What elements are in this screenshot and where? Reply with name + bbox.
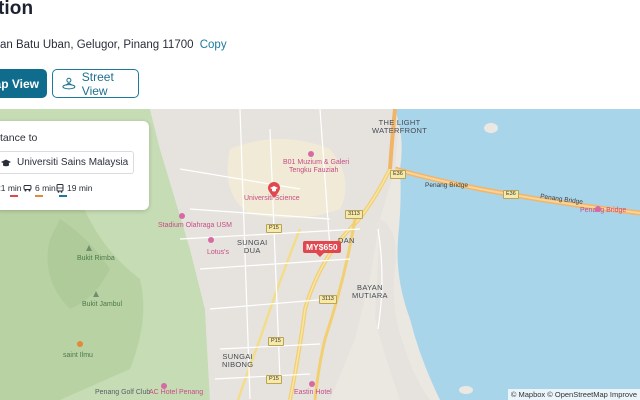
distance-panel: tance to Universiti Sains Malaysia ⌄: [0, 121, 149, 210]
mode-car[interactable]: 21 min: [0, 183, 22, 197]
label-lotus: Lotus's: [207, 249, 229, 256]
graduation-cap-icon: [1, 159, 11, 166]
label-bukit-jambul: Bukit Jambul: [82, 301, 123, 308]
label-muzium: B01 Muzium & Galeri: [283, 159, 350, 166]
museum-poi-icon: [308, 151, 314, 157]
park-poi-icon: [77, 341, 83, 347]
hotel-poi-icon: [161, 383, 167, 389]
label-eastin: Eastin Hotel: [294, 389, 332, 396]
map-view-button[interactable]: ap View: [0, 69, 47, 98]
price-marker[interactable]: MY$650: [303, 241, 341, 257]
mode-bus[interactable]: 19 min: [56, 183, 93, 197]
street-view-label: Street View: [81, 69, 114, 98]
mode-motorbike-bar: [35, 195, 43, 197]
stadium-poi-icon: [179, 213, 185, 219]
chevron-down-icon: ⌄: [118, 157, 126, 167]
map-attribution[interactable]: © Mapbox © OpenStreetMap Improve: [507, 389, 640, 400]
label-light-waterfront: THE LIGHT WATERFRONT: [372, 118, 428, 135]
street-view-icon: [62, 77, 76, 90]
shield-p15c: P15: [266, 375, 282, 384]
hotel-poi-icon-2: [309, 381, 315, 387]
shield-e36b: E36: [503, 190, 519, 199]
copy-address-link[interactable]: Copy: [200, 39, 227, 51]
mode-motorbike-time: 6 min: [35, 183, 56, 193]
destination-select[interactable]: Universiti Sains Malaysia ⌄: [0, 151, 134, 174]
label-golf: Penang Golf Club: [95, 389, 151, 396]
shield-e36a: E36: [390, 170, 406, 179]
distance-panel-title: tance to: [0, 132, 38, 144]
mode-bus-bar: [59, 195, 67, 197]
page-title: tion: [0, 0, 34, 19]
mode-car-bar: [10, 195, 18, 197]
motorbike-icon: [23, 185, 32, 192]
label-stadium: Stadium Olahraga USM: [158, 222, 232, 229]
address-text: an Batu Uban, Gelugor, Pinang 11700: [0, 39, 194, 51]
shield-p15: P15: [266, 224, 282, 233]
shield-3113: 3113: [345, 210, 363, 219]
address-row: an Batu Uban, Gelugor, Pinang 11700 Copy: [0, 39, 227, 51]
mode-car-time: 21 min: [0, 183, 22, 193]
label-saint: saint Ilmu: [63, 352, 93, 359]
university-marker-icon[interactable]: [266, 181, 282, 199]
mode-motorbike[interactable]: 6 min: [23, 183, 56, 197]
mode-bus-time: 19 min: [67, 183, 93, 193]
destination-label: Universiti Sains Malaysia: [17, 157, 129, 168]
label-bukit-rimba: Bukit Rimba: [77, 255, 115, 262]
label-sungai-dua: SUNGAI DUA: [237, 238, 268, 255]
bridge-poi-icon: [595, 206, 601, 212]
label-ac-hotel: AC Hotel Penang: [149, 389, 204, 396]
lotus-poi-icon: [208, 237, 214, 243]
peak-poi-icon-2: [93, 291, 99, 297]
label-tengku: Tengku Fauziah: [289, 167, 339, 174]
shield-p15b: P15: [268, 337, 284, 346]
label-sungai-nibong: SUNGAI NIBONG: [222, 352, 254, 369]
label-penang-bridge-1: Penang Bridge: [425, 182, 469, 189]
label-penang-bridge-3: Penang Bridge: [580, 207, 627, 214]
bus-icon: [56, 183, 64, 193]
shield-3113b: 3113: [319, 295, 337, 304]
street-view-button[interactable]: Street View: [52, 69, 139, 98]
label-bayan-mutiara: BAYAN MUTIARA: [352, 283, 388, 300]
peak-poi-icon: [86, 245, 92, 251]
